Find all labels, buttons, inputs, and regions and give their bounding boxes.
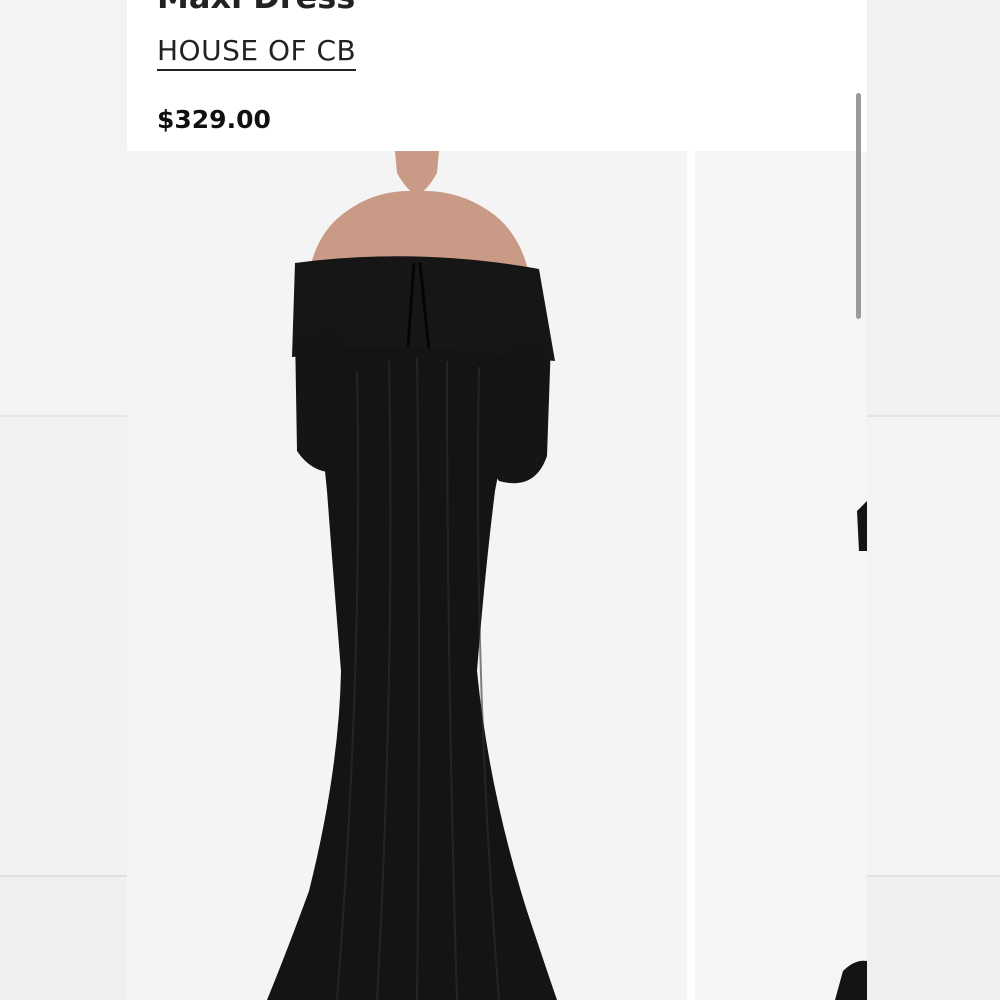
background-right — [867, 0, 1000, 1000]
background-left — [0, 0, 127, 1000]
product-image-next[interactable] — [695, 151, 867, 1000]
product-image-main[interactable] — [127, 151, 687, 1000]
image-gallery[interactable] — [127, 151, 867, 1000]
scrollbar[interactable] — [856, 93, 861, 319]
product-header: Maxi Dress HOUSE OF CB $329.00 — [127, 0, 867, 150]
brand-link[interactable]: HOUSE OF CB — [157, 34, 357, 71]
product-title: Maxi Dress — [157, 0, 355, 16]
product-panel: Maxi Dress HOUSE OF CB $329.00 — [127, 0, 867, 1000]
product-price: $329.00 — [157, 105, 271, 134]
dress-illustration-next — [835, 501, 867, 1000]
dress-illustration — [267, 151, 557, 1000]
